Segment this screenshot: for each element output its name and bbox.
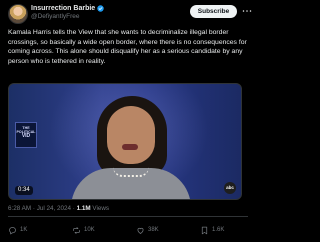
repost-button[interactable]: 10K bbox=[72, 224, 95, 236]
political-vid-logo: THE POLITICAL VID bbox=[15, 122, 37, 148]
tweet-text: Kamala Harris tells the View that she wa… bbox=[8, 29, 247, 65]
repost-icon bbox=[73, 226, 80, 234]
logo-line-3: VID bbox=[21, 133, 31, 140]
video-duration: 0:34 bbox=[15, 186, 33, 195]
bookmark-icon bbox=[201, 226, 208, 234]
reply-button[interactable]: 1K bbox=[8, 224, 27, 236]
author-name-row: Insurrection Barbie bbox=[31, 4, 104, 13]
tweet-meta: 6:28 AM · Jul 24, 2024 · 1.1M Views bbox=[8, 205, 109, 212]
meta-separator: · bbox=[32, 205, 35, 212]
views-count: 1.1M bbox=[76, 205, 91, 212]
reply-icon bbox=[9, 226, 16, 235]
more-icon[interactable] bbox=[242, 7, 252, 15]
subscribe-button[interactable]: Subscribe bbox=[190, 5, 237, 18]
like-count: 38K bbox=[148, 227, 159, 233]
author-display-name[interactable]: Insurrection Barbie bbox=[31, 5, 95, 12]
avatar[interactable] bbox=[8, 4, 28, 24]
tweet-card: Insurrection Barbie @DefiyantlyFree Subs… bbox=[0, 0, 256, 242]
bookmark-button[interactable]: 1.6K bbox=[200, 224, 224, 236]
bookmark-count: 1.6K bbox=[212, 227, 225, 233]
reply-count: 1K bbox=[20, 227, 28, 233]
like-icon bbox=[137, 227, 144, 234]
tweet-time[interactable]: 6:28 AM bbox=[8, 205, 31, 212]
video-person-mouth bbox=[122, 144, 138, 150]
video-player[interactable]: THE POLITICAL VID 0:34 abc bbox=[8, 83, 242, 200]
like-button[interactable]: 38K bbox=[136, 224, 159, 236]
network-logo: abc bbox=[224, 182, 236, 194]
video-person-face bbox=[107, 106, 155, 164]
video-person-necklace bbox=[113, 167, 149, 177]
tweet-date[interactable]: Jul 24, 2024 bbox=[37, 205, 71, 212]
divider bbox=[8, 216, 248, 217]
meta-separator-2: · bbox=[72, 205, 75, 212]
verified-badge-icon bbox=[97, 5, 104, 12]
author-handle[interactable]: @DefiyantlyFree bbox=[31, 13, 80, 20]
views-label: Views bbox=[92, 205, 110, 212]
repost-count: 10K bbox=[84, 227, 95, 233]
